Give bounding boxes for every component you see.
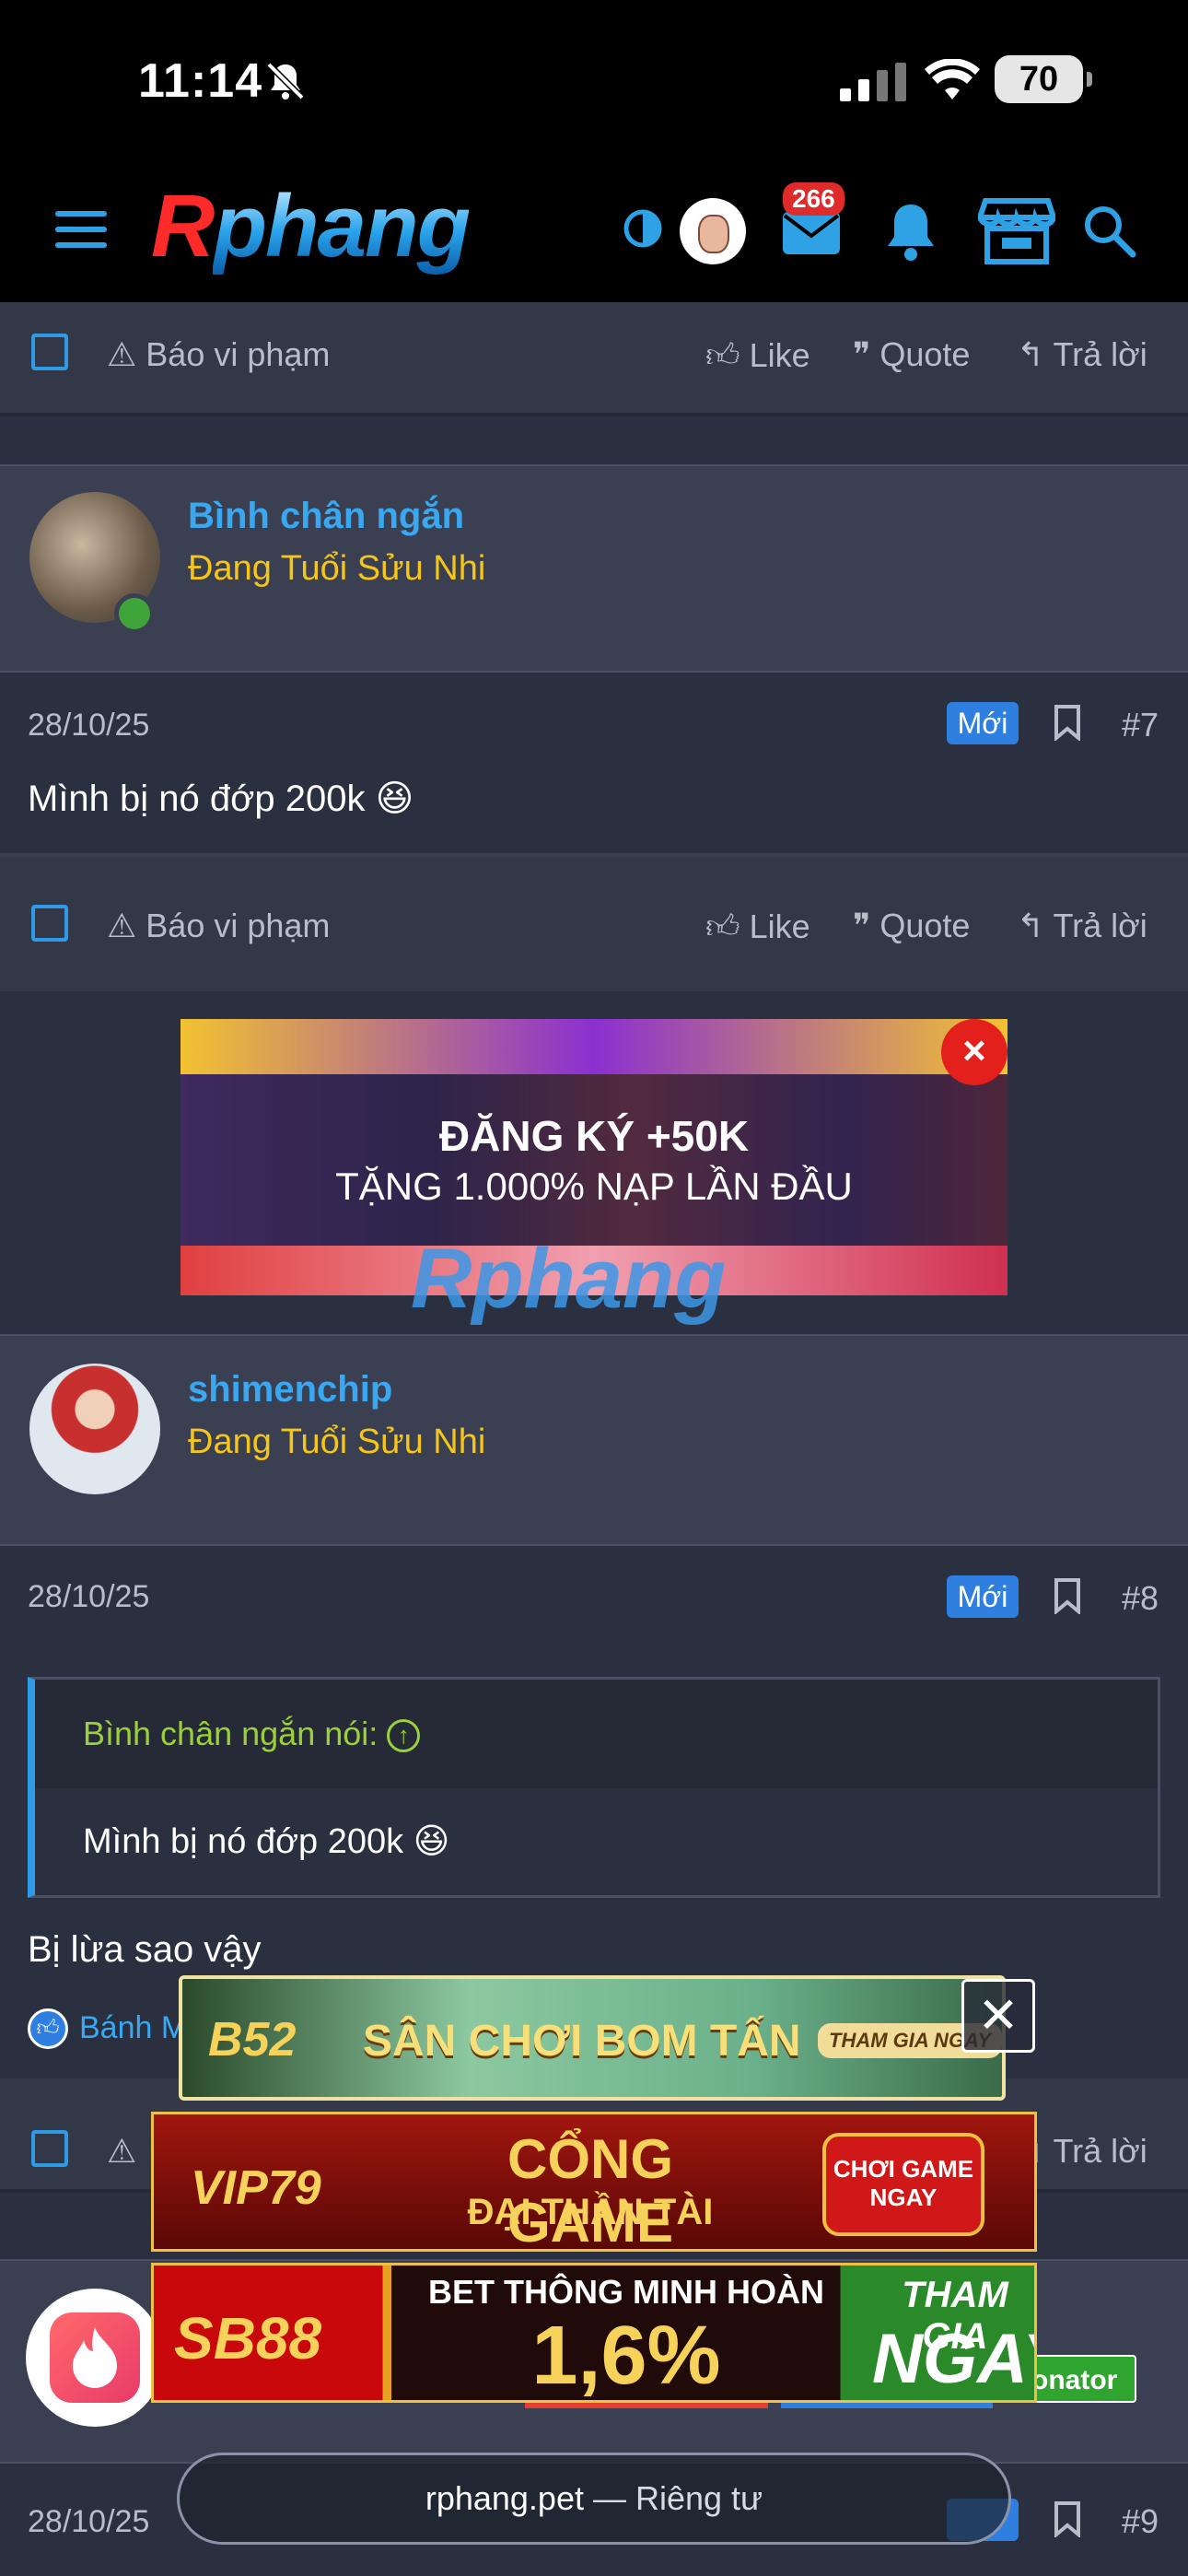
quote-block: Bình chân ngắn nói: ↑ Mình bị nó đớp 200… [28,1677,1160,1898]
shop-icon[interactable] [978,197,1055,265]
watermark-logo: Rphang [411,1232,727,1326]
new-badge: Mới [947,1575,1019,1618]
author-avatar[interactable] [29,1364,160,1494]
reaction-user[interactable]: Bánh M [79,2010,187,2046]
post-number[interactable]: #9 [1122,2502,1159,2541]
select-checkbox[interactable] [31,905,68,942]
bookmark-icon[interactable] [1054,1577,1081,1614]
quote-button[interactable]: ❞ Quote [853,335,970,374]
new-badge: Mới [947,702,1019,744]
theme-toggle-icon[interactable] [623,208,663,249]
post-text: Mình bị nó đớp 200k 😆 [28,779,414,819]
select-checkbox[interactable] [31,2130,68,2167]
post-number[interactable]: #7 [1122,706,1159,744]
b52-ad[interactable]: B52 SÂN CHƠI BOM TẤN THAM GIA NGAY [179,1975,1006,2101]
report-icon[interactable]: ⚠ [107,2132,136,2171]
inbox-badge: 266 [783,182,844,216]
arrow-up-circle-icon: ↑ [387,1719,421,1753]
author-name[interactable]: Bình chân ngắn [188,496,464,537]
reply-button[interactable]: ↰ Trả lời [1017,907,1147,945]
donator-badge: onator [1020,2355,1136,2403]
floating-app-button[interactable] [26,2289,164,2427]
clock: 11:14 [138,54,263,108]
bookmark-icon[interactable] [1054,2500,1081,2537]
quote-header[interactable]: Bình chân ngắn nói: ↑ [35,1680,1158,1788]
report-button[interactable]: ⚠ Báo vi phạm [107,907,330,945]
flame-icon [73,2327,117,2388]
like-reaction-icon: 👍︎ [28,2008,68,2049]
user-avatar[interactable] [680,198,746,264]
bookmark-icon[interactable] [1054,704,1081,741]
menu-icon[interactable] [55,211,107,248]
author-name[interactable]: shimenchip [188,1369,392,1411]
online-status-icon [114,593,155,634]
post-author-block [0,464,1188,673]
notifications-bell-icon[interactable] [882,201,939,262]
battery-indicator: 70 [995,55,1092,103]
vip79-ad[interactable]: VIP79 CỔNG GAME ĐẠI THẦN TÀI CHƠI GAME N… [151,2112,1037,2252]
quote-button[interactable]: ❞ Quote [853,907,970,945]
post-author-block [0,1334,1188,1546]
reply-button[interactable]: ↰ Trả lời [1017,335,1147,374]
ad-subline: TẶNG 1.000% NẠP LẦN ĐẦU [335,1165,853,1208]
author-title: Đang Tuổi Sửu Nhi [188,1423,486,1461]
select-checkbox[interactable] [31,334,68,370]
browser-url-bar[interactable]: rphang.pet — Riêng tư [177,2453,1011,2545]
ad-close-button[interactable]: × [941,1019,1007,1085]
status-bar: 11:14 70 [0,0,1188,166]
site-logo[interactable]: Rphang [151,182,471,271]
sb88-ad[interactable]: SB88 BET THÔNG MINH HOÀN 1,6% THAM GIA N… [151,2263,1037,2403]
like-button[interactable]: 👍︎ Like [705,907,810,947]
quote-body: Mình bị nó đớp 200k 😆 [83,1822,450,1861]
author-title: Đang Tuổi Sửu Nhi [188,549,486,588]
inbox-icon[interactable] [781,210,842,256]
wifi-icon [925,59,980,100]
post-date[interactable]: 28/10/25 [28,1579,149,1615]
like-button[interactable]: 👍︎ Like [705,335,810,376]
ads-close-button[interactable]: ✕ [961,1979,1035,2053]
cellular-signal-icon [840,63,906,101]
ad-headline: ĐĂNG KÝ +50K [438,1112,750,1160]
post-date[interactable]: 28/10/25 [28,708,149,744]
post-number[interactable]: #8 [1122,1579,1159,1618]
bell-muted-icon [266,62,305,100]
report-button[interactable]: ⚠ Báo vi phạm [107,335,330,374]
post-date[interactable]: 28/10/25 [28,2504,149,2540]
search-icon[interactable] [1083,205,1136,258]
post-text: Bị lừa sao vậy [28,1929,262,1970]
